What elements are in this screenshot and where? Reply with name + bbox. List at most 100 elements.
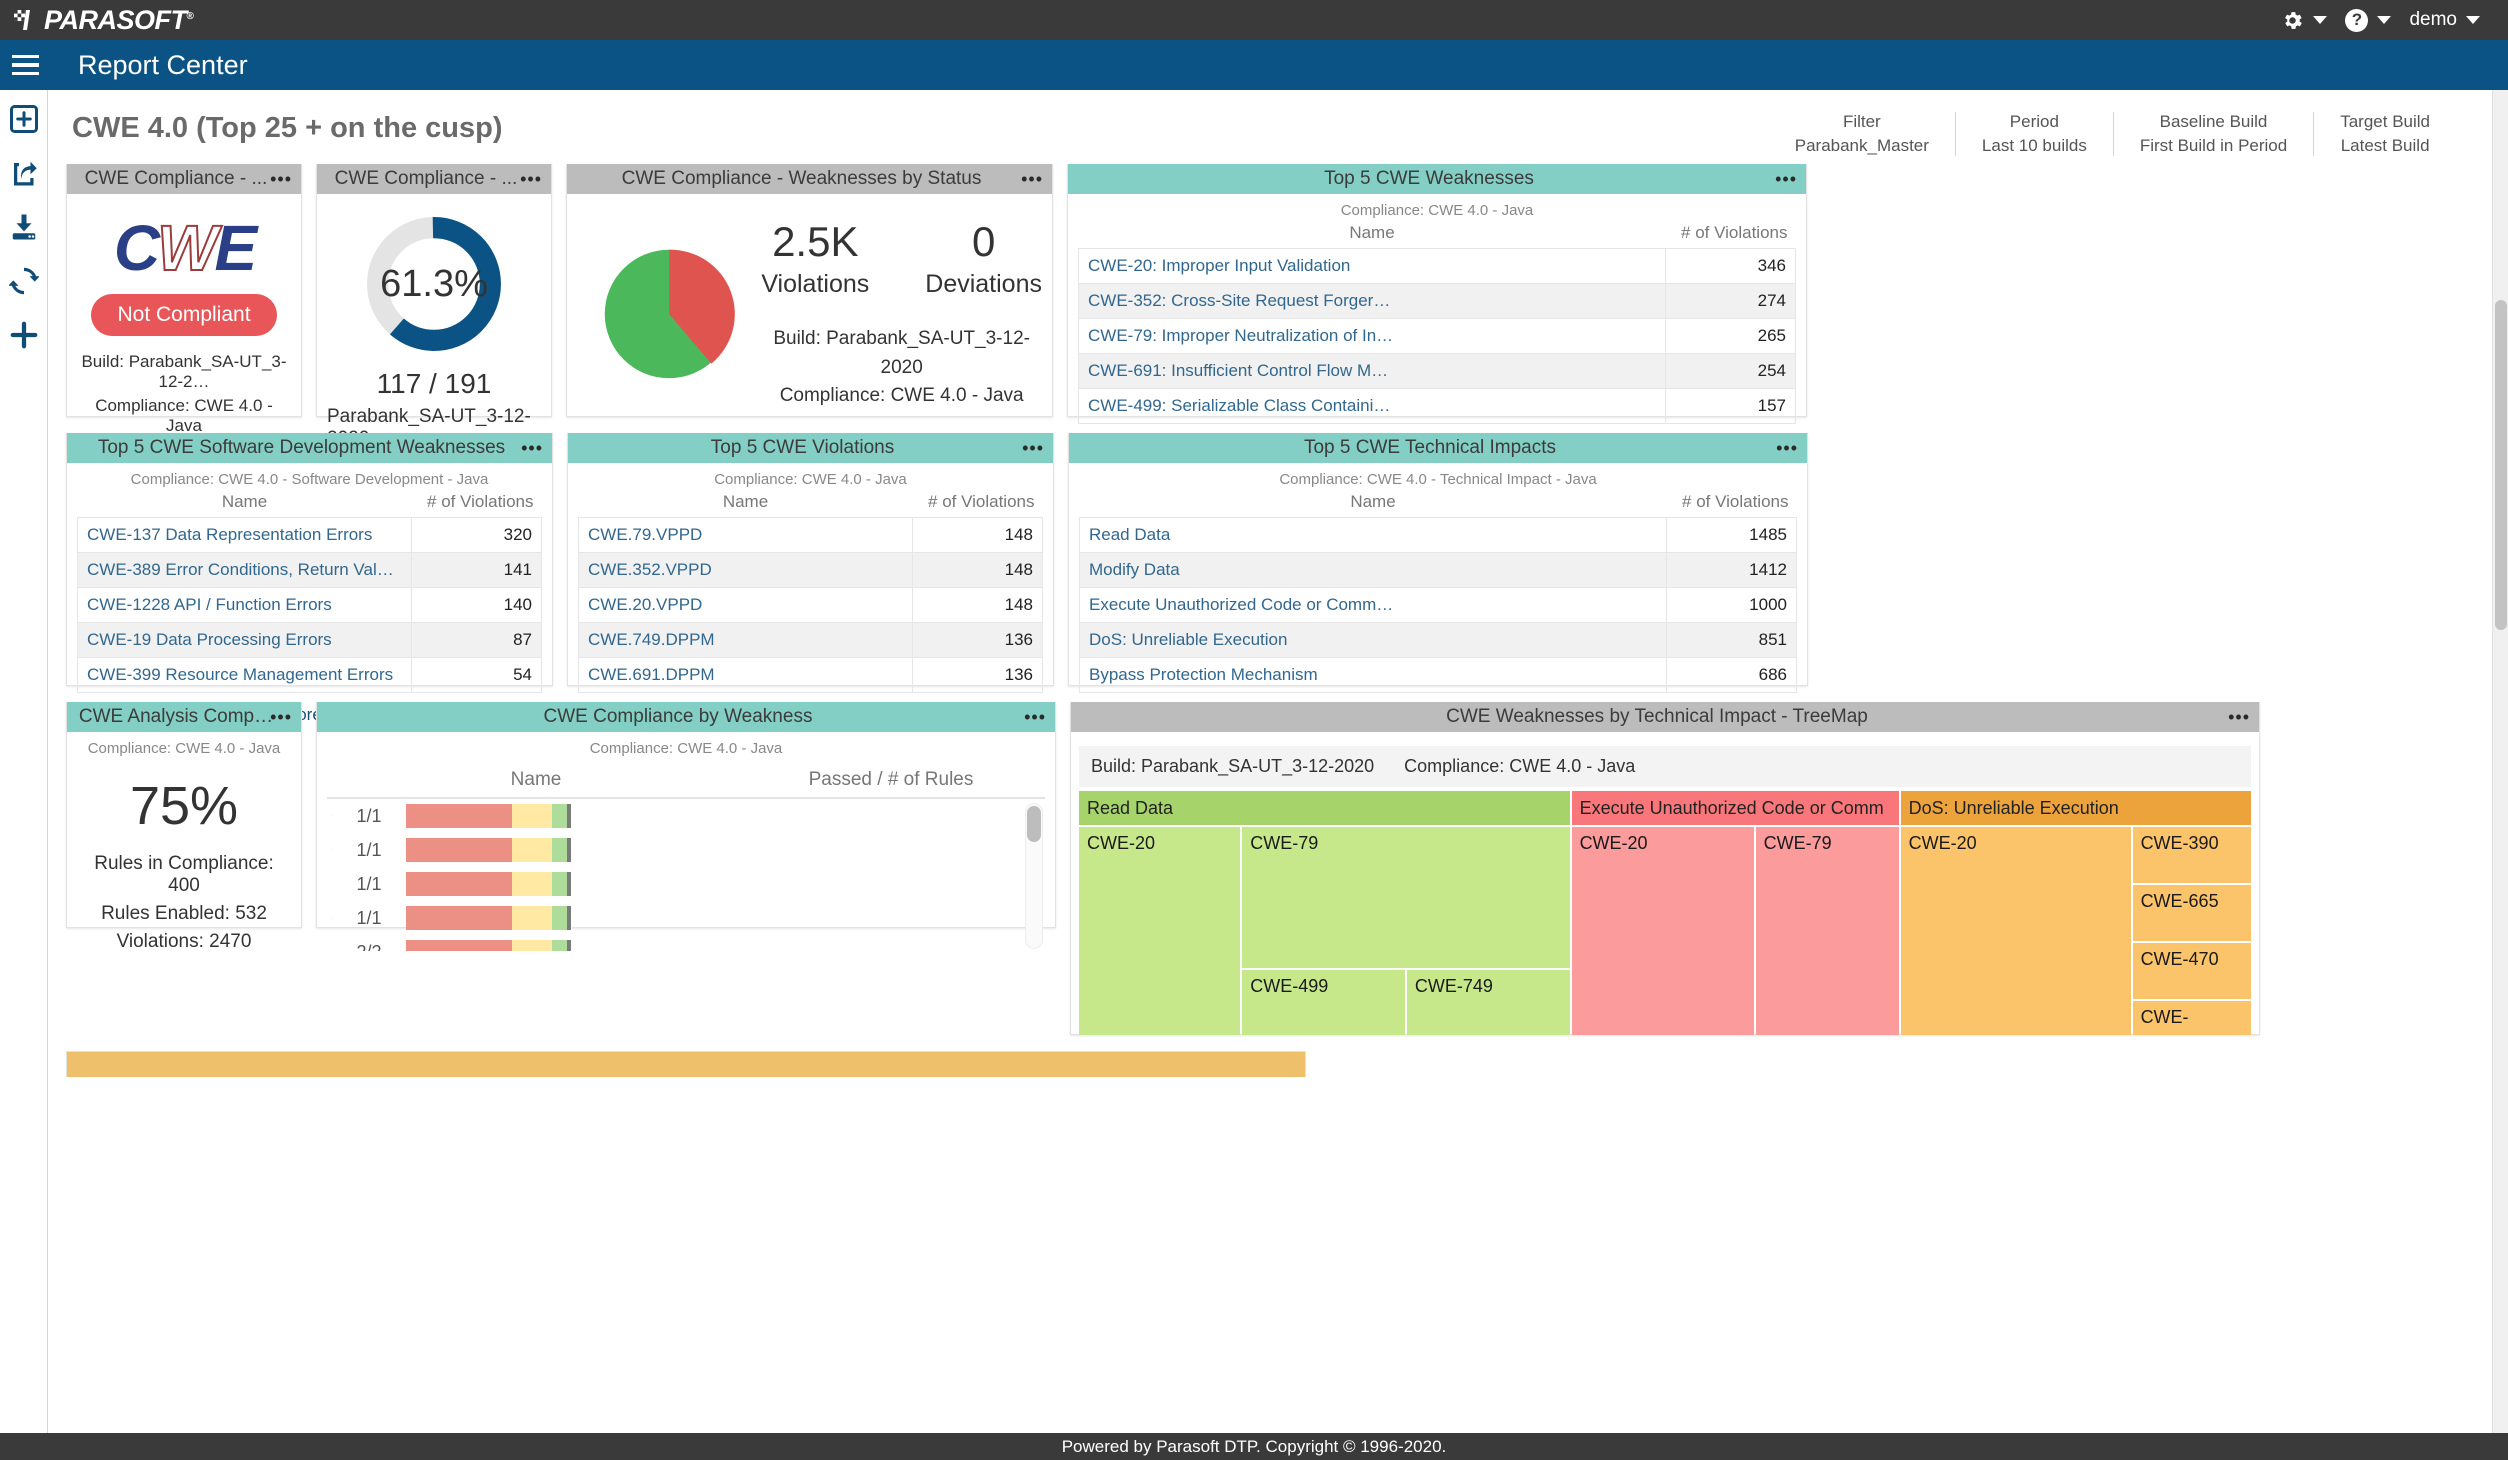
row-name[interactable]: CWE-352: Cross-Site Request Forger… xyxy=(1078,283,1666,319)
row-name[interactable]: CWE-19 Data Processing Errors xyxy=(77,622,412,658)
row-name[interactable]: Modify Data xyxy=(1079,552,1667,588)
row-ratio: 1/1 xyxy=(356,907,382,928)
table-row[interactable]: Bypass Protection Mechanism 686 xyxy=(1079,657,1797,693)
col-header-name: Name xyxy=(510,769,562,790)
row-name[interactable]: Bypass Protection Mechanism xyxy=(1079,657,1667,693)
refresh-icon[interactable] xyxy=(8,266,39,296)
list-item[interactable]: CWE-15: External Control of Sy… 2/2 xyxy=(327,935,1045,951)
table-row[interactable]: CWE-691: Insufficient Control Flow M… 254 xyxy=(1078,353,1796,389)
table-row[interactable]: CWE.79.VPPD 148 xyxy=(578,517,1043,553)
treemap-cell[interactable]: CWE-749 xyxy=(1406,970,1570,1035)
widget-title: CWE Compliance - Weaknesses by Status xyxy=(621,168,982,189)
row-name[interactable]: CWE.691.DPPM xyxy=(578,657,913,693)
meta-filter[interactable]: Filter Parabank_Master xyxy=(1769,112,1955,156)
treemap-cell[interactable]: CWE-79 xyxy=(1242,827,1570,969)
row-name[interactable]: CWE.79.VPPD xyxy=(578,517,913,553)
scrollbar-thumb[interactable] xyxy=(1027,806,1041,842)
treemap-build: Build: Parabank_SA-UT_3-12-2020 xyxy=(1091,756,1375,776)
row-name[interactable]: CWE-389 Error Conditions, Return Val… xyxy=(77,552,412,588)
row-name[interactable]: DoS: Unreliable Execution xyxy=(1079,622,1667,658)
widget-weaknesses-by-status: CWE Compliance - Weaknesses by Status ••… xyxy=(566,164,1053,417)
help-menu-button[interactable]: ? xyxy=(2339,8,2397,32)
col-header-violations: # of Violations xyxy=(928,492,1035,511)
scrollbar-thumb[interactable] xyxy=(2495,300,2507,630)
treemap-cell[interactable]: CWE-79 xyxy=(1755,827,1899,1035)
row-ratio: 1/1 xyxy=(356,873,382,894)
row-name[interactable]: CWE.20.VPPD xyxy=(578,587,913,623)
hamburger-menu-icon[interactable] xyxy=(12,54,60,76)
list-item[interactable]: CWE-6: J2EE Misconfiguration: … 1/1 xyxy=(327,799,1045,833)
treemap-group-dos: DoS: Unreliable Execution CWE-20 CWE-390… xyxy=(1900,791,2252,1035)
treemap-cell[interactable]: CWE-20 xyxy=(1900,827,2131,1035)
table-row[interactable]: CWE-19 Data Processing Errors 87 xyxy=(77,622,542,658)
list-item[interactable]: CWE-8: J2EE Misconfiguration: … 1/1 xyxy=(327,867,1045,901)
compliance-line: Compliance: CWE 4.0 - Java xyxy=(95,396,273,435)
widget-partial-header[interactable] xyxy=(66,1051,1306,1077)
violations-value: 2.5K xyxy=(772,218,859,265)
table-row[interactable]: CWE-352: Cross-Site Request Forger… 274 xyxy=(1078,283,1796,319)
meta-filter-value: Parabank_Master xyxy=(1794,136,1929,155)
row-name[interactable]: CWE-137 Data Representation Errors xyxy=(77,517,412,553)
page-footer: Powered by Parasoft DTP. Copyright © 199… xyxy=(0,1433,2508,1460)
row-name[interactable]: CWE.749.DPPM xyxy=(578,622,913,658)
row-count: 140 xyxy=(411,587,542,623)
table-row[interactable]: CWE.691.DPPM 136 xyxy=(578,657,1043,693)
treemap-cell[interactable]: CWE-665 xyxy=(2132,885,2252,942)
row-count: 265 xyxy=(1665,318,1796,354)
share-export-icon[interactable] xyxy=(9,158,39,188)
table-row[interactable]: CWE.352.VPPD 148 xyxy=(578,552,1043,588)
table-row[interactable]: CWE-137 Data Representation Errors 320 xyxy=(77,517,542,553)
parasoft-logo[interactable]: PARASOFT® xyxy=(14,6,194,34)
row-name[interactable]: CWE-499: Serializable Class Containi… xyxy=(1078,388,1666,424)
table-row[interactable]: CWE-20: Improper Input Validation 346 xyxy=(1078,248,1796,284)
table-row[interactable]: CWE-399 Resource Management Errors 54 xyxy=(77,657,542,693)
row-count: 1000 xyxy=(1666,587,1797,623)
table-row[interactable]: Read Data 1485 xyxy=(1079,517,1797,553)
treemap-chart: Read Data CWE-20 CWE-79 CWE-499 CWE-749 … xyxy=(1079,791,2252,1035)
treemap-cell[interactable]: CWE-20 xyxy=(1079,827,1241,1035)
widget-title: Top 5 CWE Software Development Weaknesse… xyxy=(97,437,506,458)
meta-period[interactable]: Period Last 10 builds xyxy=(1954,112,2113,156)
table-row[interactable]: Execute Unauthorized Code or Comm… 1000 xyxy=(1079,587,1797,623)
meta-target-build[interactable]: Target Build Latest Build xyxy=(2313,112,2456,156)
table-row[interactable]: Modify Data 1412 xyxy=(1079,552,1797,588)
table-row[interactable]: DoS: Unreliable Execution 851 xyxy=(1079,622,1797,658)
chevron-down-icon xyxy=(2466,16,2480,24)
deviations-label: Deviations xyxy=(925,270,1042,298)
treemap-cell[interactable]: CWE-499 xyxy=(1242,970,1405,1035)
list-item[interactable]: CWE-7: J2EE Misconfiguration: … 1/1 xyxy=(327,833,1045,867)
table-row[interactable]: CWE-389 Error Conditions, Return Val… 141 xyxy=(77,552,542,588)
treemap-cell[interactable]: CWE- xyxy=(2132,1001,2252,1035)
plus-icon[interactable] xyxy=(9,320,39,350)
table-row[interactable]: CWE.749.DPPM 136 xyxy=(578,622,1043,658)
row-name[interactable]: Execute Unauthorized Code or Comm… xyxy=(1079,587,1667,623)
widget-title: Top 5 CWE Weaknesses xyxy=(1324,168,1534,189)
meta-baseline-build[interactable]: Baseline Build First Build in Period xyxy=(2112,112,2313,156)
add-dashboard-icon[interactable] xyxy=(9,104,39,134)
table-row[interactable]: CWE-499: Serializable Class Containi… 157 xyxy=(1078,388,1796,424)
row-name[interactable]: CWE.352.VPPD xyxy=(578,552,913,588)
row-name[interactable]: Read Data xyxy=(1079,517,1667,553)
compliance-donut-chart: 61.3% xyxy=(360,210,508,358)
page-scrollbar[interactable] xyxy=(2492,90,2508,1433)
meta-baseline-value: First Build in Period xyxy=(2139,136,2288,155)
treemap-cell[interactable]: CWE-20 xyxy=(1571,827,1754,1035)
user-menu-button[interactable]: demo xyxy=(2403,9,2486,31)
list-item[interactable]: CWE-9: J2EE Misconfiguration: … 1/1 xyxy=(327,901,1045,935)
widget-treemap: CWE Weaknesses by Technical Impact - Tre… xyxy=(1070,702,2260,1035)
row-name[interactable]: CWE-1228 API / Function Errors xyxy=(77,587,412,623)
settings-menu-button[interactable] xyxy=(2275,9,2333,32)
download-icon[interactable] xyxy=(9,212,39,242)
list-scrollbar[interactable] xyxy=(1025,803,1043,949)
treemap-cell[interactable]: CWE-470 xyxy=(2132,943,2252,1000)
row-name[interactable]: CWE-79: Improper Neutralization of In… xyxy=(1078,318,1666,354)
table-row[interactable]: CWE.20.VPPD 148 xyxy=(578,587,1043,623)
treemap-cell[interactable]: CWE-390 xyxy=(2132,827,2252,884)
table-row[interactable]: CWE-79: Improper Neutralization of In… 26… xyxy=(1078,318,1796,354)
row-name[interactable]: CWE-399 Resource Management Errors xyxy=(77,657,412,693)
row-name[interactable]: CWE-20: Improper Input Validation xyxy=(1078,248,1666,284)
treemap-meta: Build: Parabank_SA-UT_3-12-2020 Complian… xyxy=(1079,746,2251,787)
row-name[interactable]: CWE-691: Insufficient Control Flow M… xyxy=(1078,353,1666,389)
col-header-name: Name xyxy=(221,492,268,511)
table-row[interactable]: CWE-1228 API / Function Errors 140 xyxy=(77,587,542,623)
